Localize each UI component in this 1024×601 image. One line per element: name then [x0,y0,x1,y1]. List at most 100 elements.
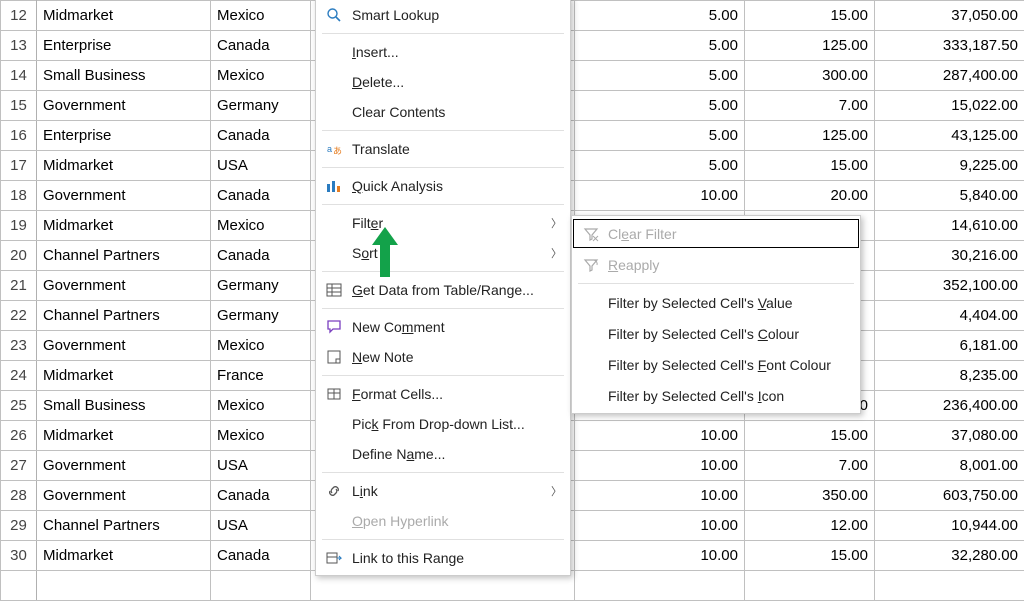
row-header[interactable]: 21 [1,271,37,301]
cell-val2[interactable]: 125.00 [745,31,875,61]
cell-segment[interactable]: Small Business [37,391,211,421]
cell-val3[interactable]: 32,280.00 [875,541,1024,571]
cell-country[interactable]: Canada [211,121,311,151]
cell-country[interactable]: Germany [211,301,311,331]
cell-val3[interactable]: 287,400.00 [875,61,1024,91]
cell-val3[interactable]: 4,404.00 [875,301,1024,331]
cell-val2[interactable]: 15.00 [745,541,875,571]
cell-val1[interactable]: 5.00 [575,31,745,61]
cell-segment[interactable]: Midmarket [37,151,211,181]
cell-val3[interactable]: 37,050.00 [875,1,1024,31]
cell-country[interactable]: USA [211,151,311,181]
cell-segment[interactable]: Government [37,271,211,301]
cell-val3[interactable]: 8,001.00 [875,451,1024,481]
cell-country[interactable]: Mexico [211,391,311,421]
menu-insert[interactable]: Insert... [316,37,570,67]
row-header[interactable]: 16 [1,121,37,151]
cell-segment[interactable]: Channel Partners [37,241,211,271]
cell-val1[interactable]: 5.00 [575,121,745,151]
cell-country[interactable]: Germany [211,271,311,301]
cell-val3[interactable]: 352,100.00 [875,271,1024,301]
row-header[interactable]: 18 [1,181,37,211]
row-header[interactable]: 13 [1,31,37,61]
cell-val3[interactable]: 9,225.00 [875,151,1024,181]
row-header[interactable]: 23 [1,331,37,361]
cell-val3[interactable]: 603,750.00 [875,481,1024,511]
cell-val1[interactable]: 10.00 [575,421,745,451]
cell-country[interactable]: Canada [211,541,311,571]
cell-segment[interactable]: Midmarket [37,1,211,31]
cell-country[interactable]: USA [211,451,311,481]
cell-val1[interactable]: 10.00 [575,181,745,211]
cell-segment[interactable]: Midmarket [37,361,211,391]
menu-translate[interactable]: aあ Translate [316,134,570,164]
row-header[interactable]: 12 [1,1,37,31]
submenu-by-value[interactable]: Filter by Selected Cell's Value [572,287,860,318]
cell-country[interactable]: USA [211,511,311,541]
menu-clear-contents[interactable]: Clear Contents [316,97,570,127]
cell-segment[interactable]: Channel Partners [37,301,211,331]
cell-segment[interactable]: Midmarket [37,541,211,571]
cell-val1[interactable]: 5.00 [575,91,745,121]
cell-country[interactable]: Mexico [211,421,311,451]
cell-val1[interactable]: 10.00 [575,511,745,541]
cell-val1[interactable]: 5.00 [575,1,745,31]
menu-delete[interactable]: Delete... [316,67,570,97]
menu-quick-analysis[interactable]: Quick Analysis [316,171,570,201]
cell-segment[interactable]: Midmarket [37,211,211,241]
cell-val3[interactable]: 15,022.00 [875,91,1024,121]
cell-country[interactable]: Canada [211,181,311,211]
cell-val1[interactable]: 10.00 [575,481,745,511]
row-header[interactable]: 30 [1,541,37,571]
cell-val2[interactable]: 125.00 [745,121,875,151]
row-header[interactable]: 14 [1,61,37,91]
cell-country[interactable]: Germany [211,91,311,121]
cell-val1[interactable]: 5.00 [575,61,745,91]
cell-val1[interactable]: 5.00 [575,151,745,181]
menu-smart-lookup[interactable]: Smart Lookup [316,0,570,30]
cell-val3[interactable]: 5,840.00 [875,181,1024,211]
cell-segment[interactable]: Government [37,481,211,511]
row-header[interactable]: 15 [1,91,37,121]
cell-val3[interactable]: 10,944.00 [875,511,1024,541]
row-header[interactable]: 17 [1,151,37,181]
cell-val3[interactable]: 43,125.00 [875,121,1024,151]
cell-val2[interactable]: 15.00 [745,421,875,451]
cell-val2[interactable]: 20.00 [745,181,875,211]
menu-new-comment[interactable]: New Comment [316,312,570,342]
cell-val2[interactable]: 12.00 [745,511,875,541]
row-header[interactable]: 29 [1,511,37,541]
cell-country[interactable]: Canada [211,481,311,511]
cell-country[interactable]: Mexico [211,61,311,91]
menu-sort[interactable]: Sort〉 [316,238,570,268]
cell-segment[interactable]: Small Business [37,61,211,91]
submenu-by-font[interactable]: Filter by Selected Cell's Font Colour [572,349,860,380]
cell-val1[interactable]: 10.00 [575,451,745,481]
cell-val3[interactable]: 6,181.00 [875,331,1024,361]
cell-val2[interactable]: 7.00 [745,451,875,481]
row-header[interactable]: 24 [1,361,37,391]
cell-segment[interactable]: Government [37,451,211,481]
cell-segment[interactable]: Government [37,181,211,211]
cell-country[interactable]: Mexico [211,331,311,361]
cell-val3[interactable]: 30,216.00 [875,241,1024,271]
cell-segment[interactable]: Government [37,331,211,361]
submenu-by-icon[interactable]: Filter by Selected Cell's Icon [572,380,860,411]
row-header[interactable]: 20 [1,241,37,271]
cell-val1[interactable]: 10.00 [575,541,745,571]
row-header[interactable]: 26 [1,421,37,451]
row-header[interactable]: 27 [1,451,37,481]
menu-filter[interactable]: Filter〉 [316,208,570,238]
cell-country[interactable]: Canada [211,31,311,61]
cell-segment[interactable]: Enterprise [37,31,211,61]
cell-segment[interactable]: Channel Partners [37,511,211,541]
cell-val3[interactable]: 236,400.00 [875,391,1024,421]
menu-define-name[interactable]: Define Name... [316,439,570,469]
cell-val3[interactable]: 8,235.00 [875,361,1024,391]
row-header[interactable]: 25 [1,391,37,421]
cell-val2[interactable]: 7.00 [745,91,875,121]
row-header[interactable]: 19 [1,211,37,241]
cell-val3[interactable]: 37,080.00 [875,421,1024,451]
cell-country[interactable]: Mexico [211,1,311,31]
menu-link[interactable]: Link〉 [316,476,570,506]
